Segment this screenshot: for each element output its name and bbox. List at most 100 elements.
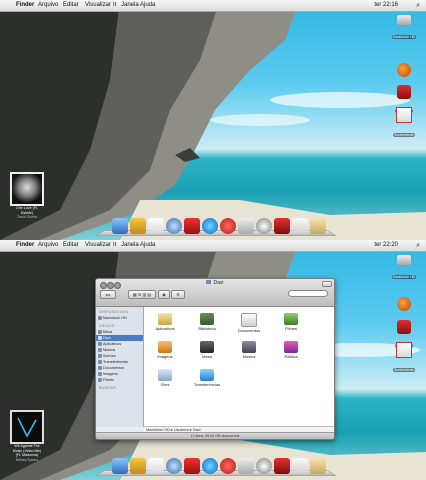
folder-transferencias[interactable]: Transferências xyxy=(190,369,224,387)
menubar-clock[interactable]: ter 22:20 xyxy=(374,240,398,251)
desktop-icon-screenshots[interactable]: Screenshots xyxy=(389,107,419,141)
dock xyxy=(94,455,338,477)
public-folder-icon xyxy=(284,341,298,353)
search-field[interactable] xyxy=(288,290,328,297)
view-mode-buttons[interactable]: ▦ ☰ ▥ ▤ xyxy=(128,290,156,299)
menu-arquivo[interactable]: Arquivo xyxy=(38,0,58,11)
menu-finder[interactable]: Finder xyxy=(16,240,34,251)
action-menu-button[interactable]: ⚙ xyxy=(171,290,185,299)
calendar-icon[interactable] xyxy=(148,458,164,474)
lock-icon[interactable] xyxy=(274,458,290,474)
stickies-icon[interactable] xyxy=(130,458,146,474)
pdf-icon[interactable] xyxy=(184,458,200,474)
music-icon xyxy=(98,348,102,352)
snapshot-icon xyxy=(397,85,411,99)
menu-ir[interactable]: Ir xyxy=(113,240,117,251)
folder-filmes[interactable]: Filmes xyxy=(274,313,308,331)
terminal-icon[interactable] xyxy=(292,218,308,234)
folder-label: Pública xyxy=(284,354,298,359)
pdf-icon[interactable] xyxy=(184,218,200,234)
calendar-icon[interactable] xyxy=(148,218,164,234)
desktop-wallpaper xyxy=(0,0,426,240)
snapshot-icon xyxy=(397,320,411,334)
menu-visualizar[interactable]: Visualizar xyxy=(85,0,111,11)
folder-label: Imagens xyxy=(157,354,173,359)
folder-publica[interactable]: Pública xyxy=(274,341,308,359)
folder-sites[interactable]: Sites xyxy=(148,369,182,387)
headphones-icon[interactable] xyxy=(256,218,272,234)
folder-icon xyxy=(98,354,102,358)
preferences-icon[interactable] xyxy=(238,458,254,474)
preferences-icon[interactable] xyxy=(238,218,254,234)
safari-icon[interactable] xyxy=(166,218,182,234)
globe-icon[interactable] xyxy=(202,458,218,474)
now-playing-widget[interactable]: We Against The Music (Video Mix) (Ft. Ma… xyxy=(10,410,44,462)
finder-window[interactable]: Davi ◂ ▸ ▦ ☰ ▥ ▤ ◉ ⚙ DISPOSITIVOS Macint… xyxy=(95,278,335,440)
trash-icon[interactable] xyxy=(310,458,326,474)
menu-bar: Finder Arquivo Editar Visualizar Ir Jane… xyxy=(0,0,426,12)
sidebar-item-filmes[interactable]: Filmes xyxy=(96,377,143,383)
documents-icon xyxy=(98,366,102,370)
album-cover-image xyxy=(10,172,44,206)
quick-look-button[interactable]: ◉ xyxy=(158,290,170,299)
menu-editar[interactable]: Editar xyxy=(63,0,79,11)
menu-editar[interactable]: Editar xyxy=(63,240,79,251)
folder-label: Biblioteca xyxy=(198,326,216,331)
trash-icon[interactable] xyxy=(310,218,326,234)
folder-mesa[interactable]: Mesa xyxy=(190,341,224,359)
safari-icon[interactable] xyxy=(166,458,182,474)
home-icon xyxy=(98,336,102,340)
firefox-icon xyxy=(397,63,411,77)
desktop-folder-icon xyxy=(200,341,214,353)
toolbar-toggle-button[interactable] xyxy=(322,281,332,287)
desktop-icon-label: Screenshots xyxy=(393,133,415,137)
menu-visualizar[interactable]: Visualizar xyxy=(85,240,111,251)
globe-icon[interactable] xyxy=(202,218,218,234)
desktop-icon-screenshots[interactable]: Screenshots xyxy=(389,342,419,376)
window-title: Davi xyxy=(96,280,334,286)
hard-drive-icon xyxy=(397,255,411,265)
terminal-icon[interactable] xyxy=(292,458,308,474)
desktop-screenshot-bottom: Finder Arquivo Editar Visualizar Ir Jane… xyxy=(0,240,426,480)
now-playing-widget[interactable]: One Love (Ft. Estelle) David Guetta xyxy=(10,172,44,220)
spotlight-icon[interactable]: ⌕ xyxy=(416,240,420,251)
desktop-icon-label: Screenshots xyxy=(393,368,415,372)
desktop-folder-icon xyxy=(98,330,102,334)
folder-documentos[interactable]: Documentos xyxy=(232,313,266,333)
itunes-icon[interactable] xyxy=(220,458,236,474)
folder-label: Aplicativos xyxy=(155,326,175,331)
folder-musica[interactable]: Música xyxy=(232,341,266,359)
movies-folder-icon xyxy=(284,313,298,325)
finder-icon[interactable] xyxy=(112,218,128,234)
desktop-icon-label: Macintosh HD xyxy=(391,275,417,279)
menu-arquivo[interactable]: Arquivo xyxy=(38,240,58,251)
desktop-icon-macintosh-hd[interactable]: Macintosh HD xyxy=(389,15,419,43)
album-cover-image xyxy=(10,410,44,444)
now-playing-title: One Love (Ft. Estelle) xyxy=(16,206,38,215)
itunes-icon[interactable] xyxy=(220,218,236,234)
menu-finder[interactable]: Finder xyxy=(16,0,34,11)
spotlight-icon[interactable]: ⌕ xyxy=(416,0,420,11)
lock-icon[interactable] xyxy=(274,218,290,234)
headphones-icon[interactable] xyxy=(256,458,272,474)
finder-toolbar: Davi ◂ ▸ ▦ ☰ ▥ ▤ ◉ ⚙ xyxy=(96,279,334,307)
stickies-icon[interactable] xyxy=(130,218,146,234)
desktop-icon-macintosh-hd[interactable]: Macintosh HD xyxy=(389,255,419,283)
sidebar-item-macintosh-hd[interactable]: Macintosh HD xyxy=(96,315,143,321)
menu-janela[interactable]: Janela xyxy=(121,0,139,11)
finder-icon[interactable] xyxy=(112,458,128,474)
cliff-beach-image xyxy=(0,0,426,240)
menu-ajuda[interactable]: Ajuda xyxy=(140,0,155,11)
finder-content: Aplicativos Biblioteca Documentos Filmes… xyxy=(144,307,334,427)
menu-ajuda[interactable]: Ajuda xyxy=(140,240,155,251)
menubar-clock[interactable]: ter 22:16 xyxy=(374,0,398,11)
album-art-graphic xyxy=(17,417,37,438)
menu-janela[interactable]: Janela xyxy=(121,240,139,251)
folder-aplicativos[interactable]: Aplicativos xyxy=(148,313,182,331)
folder-biblioteca[interactable]: Biblioteca xyxy=(190,313,224,331)
folder-imagens[interactable]: Imagens xyxy=(148,341,182,359)
folder-label: Mesa xyxy=(202,354,212,359)
pictures-icon xyxy=(98,372,102,376)
back-forward-button[interactable]: ◂ ▸ xyxy=(100,290,116,299)
menu-ir[interactable]: Ir xyxy=(113,0,117,11)
